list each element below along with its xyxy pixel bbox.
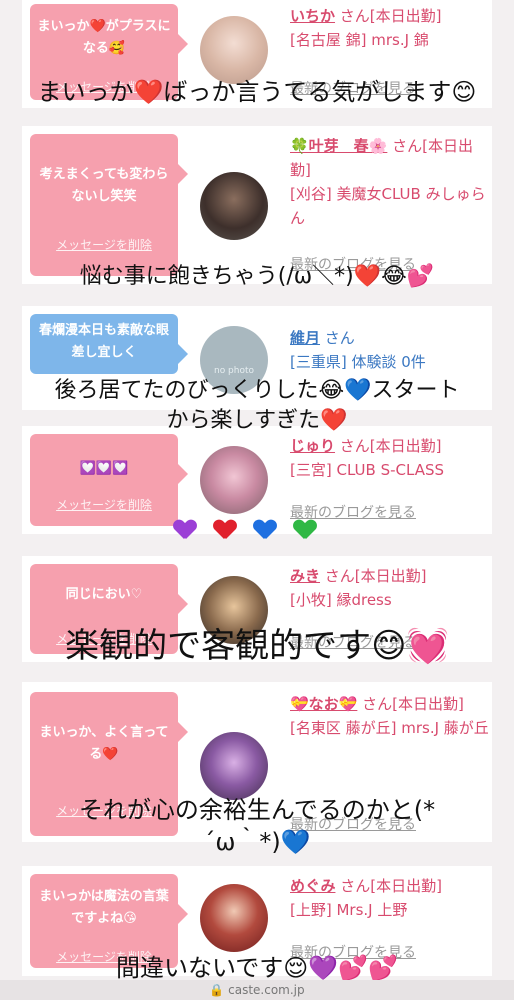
profile-card: 💟💟💟 メッセージを削除 じゅり さん[本日出勤] [三宮] CLUB S-CL…: [22, 426, 492, 534]
overlay-caption: ´ω｀*)💙: [203, 828, 311, 856]
message-bubble: 考えまくっても変わらないし笑笑 メッセージを削除: [30, 134, 188, 276]
cast-status: さん[本日出勤]: [339, 7, 442, 25]
cast-status: さん[本日出勤]: [340, 877, 442, 895]
message-text: 同じにおい♡: [65, 587, 143, 602]
cast-name[interactable]: いちか: [290, 7, 335, 25]
delete-message-link[interactable]: メッセージを削除: [30, 494, 178, 516]
message-text: まいっか、よく言ってる❤️: [39, 725, 169, 762]
avatar[interactable]: [200, 172, 268, 240]
message-text: まいっか❤️がプラスになる🥰: [37, 19, 171, 56]
message-text: まいっかは魔法の言葉ですよね😘: [39, 889, 169, 926]
cast-status: さん[本日出勤]: [324, 567, 427, 585]
cast-name[interactable]: みき: [290, 567, 320, 585]
cast-name[interactable]: 維月: [290, 329, 320, 347]
overlay-caption: 間違いないです😌💜💕💕: [116, 954, 398, 982]
shop-name[interactable]: [三重県] 体験談 0件: [290, 353, 426, 371]
delete-message-link[interactable]: メッセージを削除: [30, 234, 178, 256]
hearts-row: [172, 520, 342, 560]
cast-name[interactable]: 💝なお💝: [290, 695, 357, 713]
message-text: 💟💟💟: [79, 461, 129, 476]
overlay-caption: 悩む事に飽きちゃう(/ω＼*)❤️😂💕: [79, 264, 435, 289]
cast-status: さん: [324, 329, 355, 347]
message-text: 春爛漫本日も素敵な眼差し宜しく: [38, 323, 169, 360]
cast-status: さん[本日出勤]: [362, 695, 464, 713]
cast-name[interactable]: じゅり: [290, 437, 335, 455]
purple-heart-icon: [174, 520, 210, 554]
overlay-caption: 楽観的で客観的です😊💓: [65, 626, 449, 666]
message-text: 考えまくっても変わらないし笑笑: [39, 167, 169, 204]
avatar[interactable]: [200, 446, 268, 514]
cast-status: さん[本日出勤]: [339, 437, 442, 455]
shop-name[interactable]: [上野] Mrs.J 上野: [290, 901, 407, 919]
cast-name[interactable]: 🍀叶芽 春🌸: [290, 137, 387, 155]
message-bubble: 春爛漫本日も素敵な眼差し宜しく: [30, 314, 188, 374]
overlay-caption: 後ろ居てたのびっくりした😂💙スタート: [54, 378, 460, 403]
shop-name[interactable]: [小牧] 縁dress: [290, 591, 392, 609]
green-heart-icon: [294, 520, 330, 554]
red-heart-icon: [214, 520, 250, 554]
shop-name[interactable]: [名東区 藤が丘] mrs.J 藤が丘: [290, 719, 489, 737]
shop-name[interactable]: [名古屋 錦] mrs.J 錦: [290, 31, 429, 49]
shop-name[interactable]: [刈谷] 美魔女CLUB みしゅらん: [290, 185, 486, 227]
shop-name[interactable]: [三宮] CLUB S-CLASS: [290, 461, 444, 479]
overlay-caption: から楽しすぎた❤️: [166, 408, 348, 433]
overlay-caption: まいっか❤️ばっか言うてる気がします😊: [37, 78, 477, 106]
url-bar[interactable]: 🔒 caste.com.jp: [0, 980, 514, 1000]
message-bubble: 💟💟💟 メッセージを削除: [30, 434, 188, 526]
cast-name[interactable]: めぐみ: [290, 877, 335, 895]
overlay-caption: それが心の余裕生んでるのかと(*: [78, 796, 436, 824]
blue-heart-icon: [254, 520, 290, 554]
avatar[interactable]: [200, 884, 268, 952]
